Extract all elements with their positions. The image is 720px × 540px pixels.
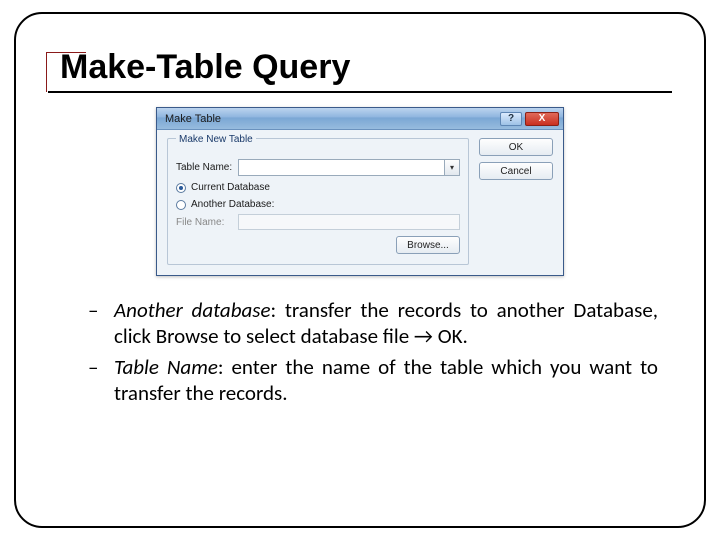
bullet-text: Another database: transfer the records t… bbox=[114, 298, 658, 349]
close-button[interactable]: X bbox=[525, 112, 559, 126]
list-item: – Table Name: enter the name of the tabl… bbox=[88, 355, 658, 406]
make-new-table-group: Make New Table Table Name: ▾ Current Dat… bbox=[167, 138, 469, 265]
dialog-titlebar: Make Table ? X bbox=[157, 108, 563, 130]
dialog-title: Make Table bbox=[165, 113, 497, 125]
cancel-button[interactable]: Cancel bbox=[479, 162, 553, 180]
dialog-body: Make New Table Table Name: ▾ Current Dat… bbox=[157, 130, 563, 275]
browse-button[interactable]: Browse... bbox=[396, 236, 460, 254]
file-name-input[interactable] bbox=[238, 214, 460, 230]
title-underline bbox=[48, 91, 672, 93]
dialog-buttons: OK Cancel bbox=[479, 138, 553, 265]
page-title: Make-Table Query bbox=[60, 48, 676, 87]
table-name-row: Table Name: ▾ bbox=[176, 159, 460, 176]
radio-icon bbox=[176, 183, 186, 193]
chevron-down-icon[interactable]: ▾ bbox=[444, 159, 460, 176]
bullet-text: Table Name: enter the name of the table … bbox=[114, 355, 658, 406]
groupbox-label: Make New Table bbox=[176, 134, 256, 145]
radio-icon bbox=[176, 200, 186, 210]
list-item: – Another database: transfer the records… bbox=[88, 298, 658, 349]
browse-row: Browse... bbox=[176, 236, 460, 254]
table-name-combo[interactable]: ▾ bbox=[238, 159, 460, 176]
radio-current-database[interactable]: Current Database bbox=[176, 182, 460, 193]
dash-icon: – bbox=[88, 355, 114, 406]
table-name-input[interactable] bbox=[238, 159, 444, 176]
radio-current-label: Current Database bbox=[191, 182, 270, 193]
dialog-screenshot: Make Table ? X Make New Table Table Name… bbox=[44, 107, 676, 276]
bullet-list: – Another database: transfer the records… bbox=[88, 298, 658, 406]
corner-decoration bbox=[46, 52, 86, 92]
table-name-label: Table Name: bbox=[176, 162, 238, 173]
dash-icon: – bbox=[88, 298, 114, 349]
radio-another-label: Another Database: bbox=[191, 199, 274, 210]
file-name-label: File Name: bbox=[176, 217, 238, 228]
help-button[interactable]: ? bbox=[500, 112, 522, 126]
ok-button[interactable]: OK bbox=[479, 138, 553, 156]
radio-another-database[interactable]: Another Database: bbox=[176, 199, 460, 210]
file-name-row: File Name: bbox=[176, 214, 460, 230]
slide-frame: Make-Table Query Make Table ? X Make New… bbox=[14, 12, 706, 528]
make-table-dialog: Make Table ? X Make New Table Table Name… bbox=[156, 107, 564, 276]
